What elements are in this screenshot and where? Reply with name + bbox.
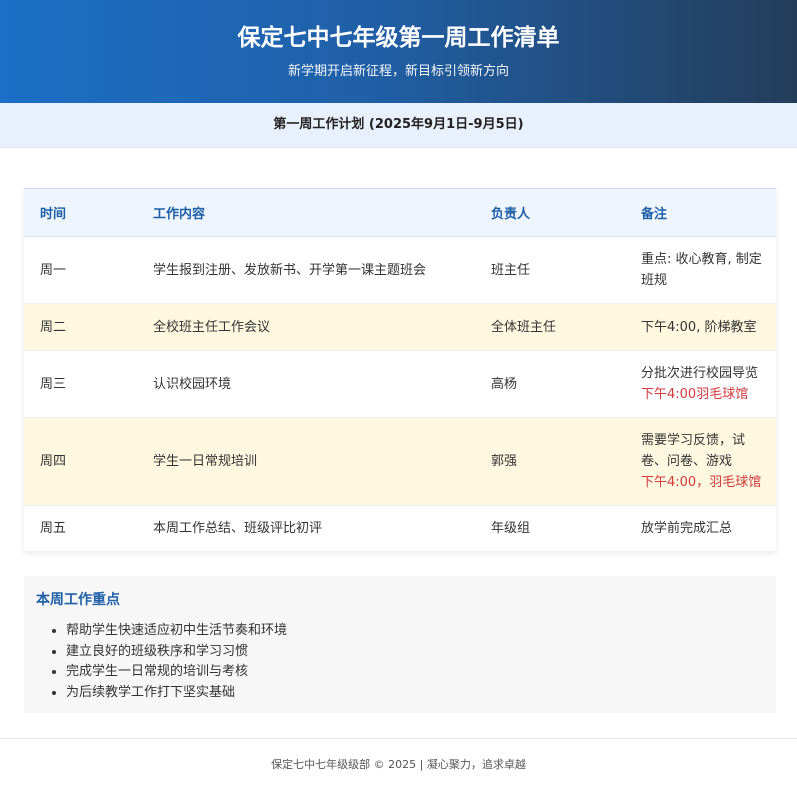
- cell-content: 认识校园环境: [137, 350, 475, 418]
- cell-content: 学生一日常规培训: [137, 417, 475, 506]
- cell-content: 学生报到注册、发放新书、开学第一课主题班会: [137, 236, 475, 304]
- table-header-row: 时间 工作内容 负责人 备注: [24, 188, 776, 237]
- page-title: 保定七中七年级第一周工作清单: [237, 25, 560, 51]
- page-footer: 保定七中七年级级部 © 2025 | 凝心聚力，追求卓越: [0, 738, 797, 791]
- cell-note: 分批次进行校园导览 下午4:00羽毛球馆: [625, 350, 776, 418]
- col-header-content: 工作内容: [137, 188, 475, 237]
- cell-content: 本周工作总结、班级评比初评: [137, 505, 475, 552]
- col-header-owner: 负责人: [475, 188, 625, 237]
- schedule-table-container: 时间 工作内容 负责人 备注 周一 学生报到注册、发放新书、开学第一课主题班会 …: [24, 188, 776, 552]
- cell-day: 周四: [24, 417, 137, 506]
- cell-note: 放学前完成汇总: [625, 505, 776, 552]
- focus-title: 本周工作重点: [36, 592, 120, 608]
- cell-owner: 郭强: [475, 417, 625, 506]
- table-row: 周三 认识校园环境 高杨 分批次进行校园导览 下午4:00羽毛球馆: [24, 350, 776, 418]
- table-row: 周一 学生报到注册、发放新书、开学第一课主题班会 班主任 重点: 收心教育, 制…: [24, 236, 776, 304]
- cell-note: 下午4:00, 阶梯教室: [625, 303, 776, 351]
- note-text: 分批次进行校园导览: [641, 366, 759, 381]
- col-header-time: 时间: [24, 188, 137, 237]
- list-item: 帮助学生快速适应初中生活节奏和环境: [66, 621, 764, 642]
- cell-day: 周一: [24, 236, 137, 304]
- table-row: 周四 学生一日常规培训 郭强 需要学习反馈，试卷、问卷、游戏 下午4:00，羽毛…: [24, 417, 776, 506]
- note-highlight: 下午4:00，羽毛球馆: [641, 475, 762, 490]
- cell-content: 全校班主任工作会议: [137, 303, 475, 351]
- col-header-note: 备注: [625, 188, 776, 237]
- note-text: 重点: 收心教育, 制定班规: [641, 252, 762, 288]
- page-header: 保定七中七年级第一周工作清单 新学期开启新征程，新目标引领新方向: [0, 0, 797, 103]
- table-row: 周五 本周工作总结、班级评比初评 年级组 放学前完成汇总: [24, 505, 776, 552]
- weekly-focus-panel: 本周工作重点 帮助学生快速适应初中生活节奏和环境 建立良好的班级秩序和学习习惯 …: [24, 576, 776, 713]
- note-text: 放学前完成汇总: [641, 521, 733, 536]
- list-item: 完成学生一日常规的培训与考核: [66, 662, 764, 683]
- cell-owner: 全体班主任: [475, 303, 625, 351]
- focus-list: 帮助学生快速适应初中生活节奏和环境 建立良好的班级秩序和学习习惯 完成学生一日常…: [36, 621, 764, 703]
- note-highlight: 下午4:00羽毛球馆: [641, 387, 749, 402]
- cell-day: 周三: [24, 350, 137, 418]
- cell-note: 需要学习反馈，试卷、问卷、游戏 下午4:00，羽毛球馆: [625, 417, 776, 506]
- cell-owner: 班主任: [475, 236, 625, 304]
- cell-note: 重点: 收心教育, 制定班规: [625, 236, 776, 304]
- cell-owner: 高杨: [475, 350, 625, 418]
- plan-title: 第一周工作计划 (2025年9月1日-9月5日): [0, 103, 797, 148]
- cell-owner: 年级组: [475, 505, 625, 552]
- page-subtitle: 新学期开启新征程，新目标引领新方向: [287, 64, 509, 79]
- note-text: 需要学习反馈，试卷、问卷、游戏: [641, 433, 746, 469]
- cell-day: 周二: [24, 303, 137, 351]
- list-item: 建立良好的班级秩序和学习习惯: [66, 642, 764, 663]
- table-row: 周二 全校班主任工作会议 全体班主任 下午4:00, 阶梯教室: [24, 303, 776, 351]
- schedule-table: 时间 工作内容 负责人 备注 周一 学生报到注册、发放新书、开学第一课主题班会 …: [24, 188, 776, 552]
- list-item: 为后续教学工作打下坚实基础: [66, 683, 764, 704]
- note-text: 下午4:00, 阶梯教室: [641, 319, 757, 335]
- cell-day: 周五: [24, 505, 137, 552]
